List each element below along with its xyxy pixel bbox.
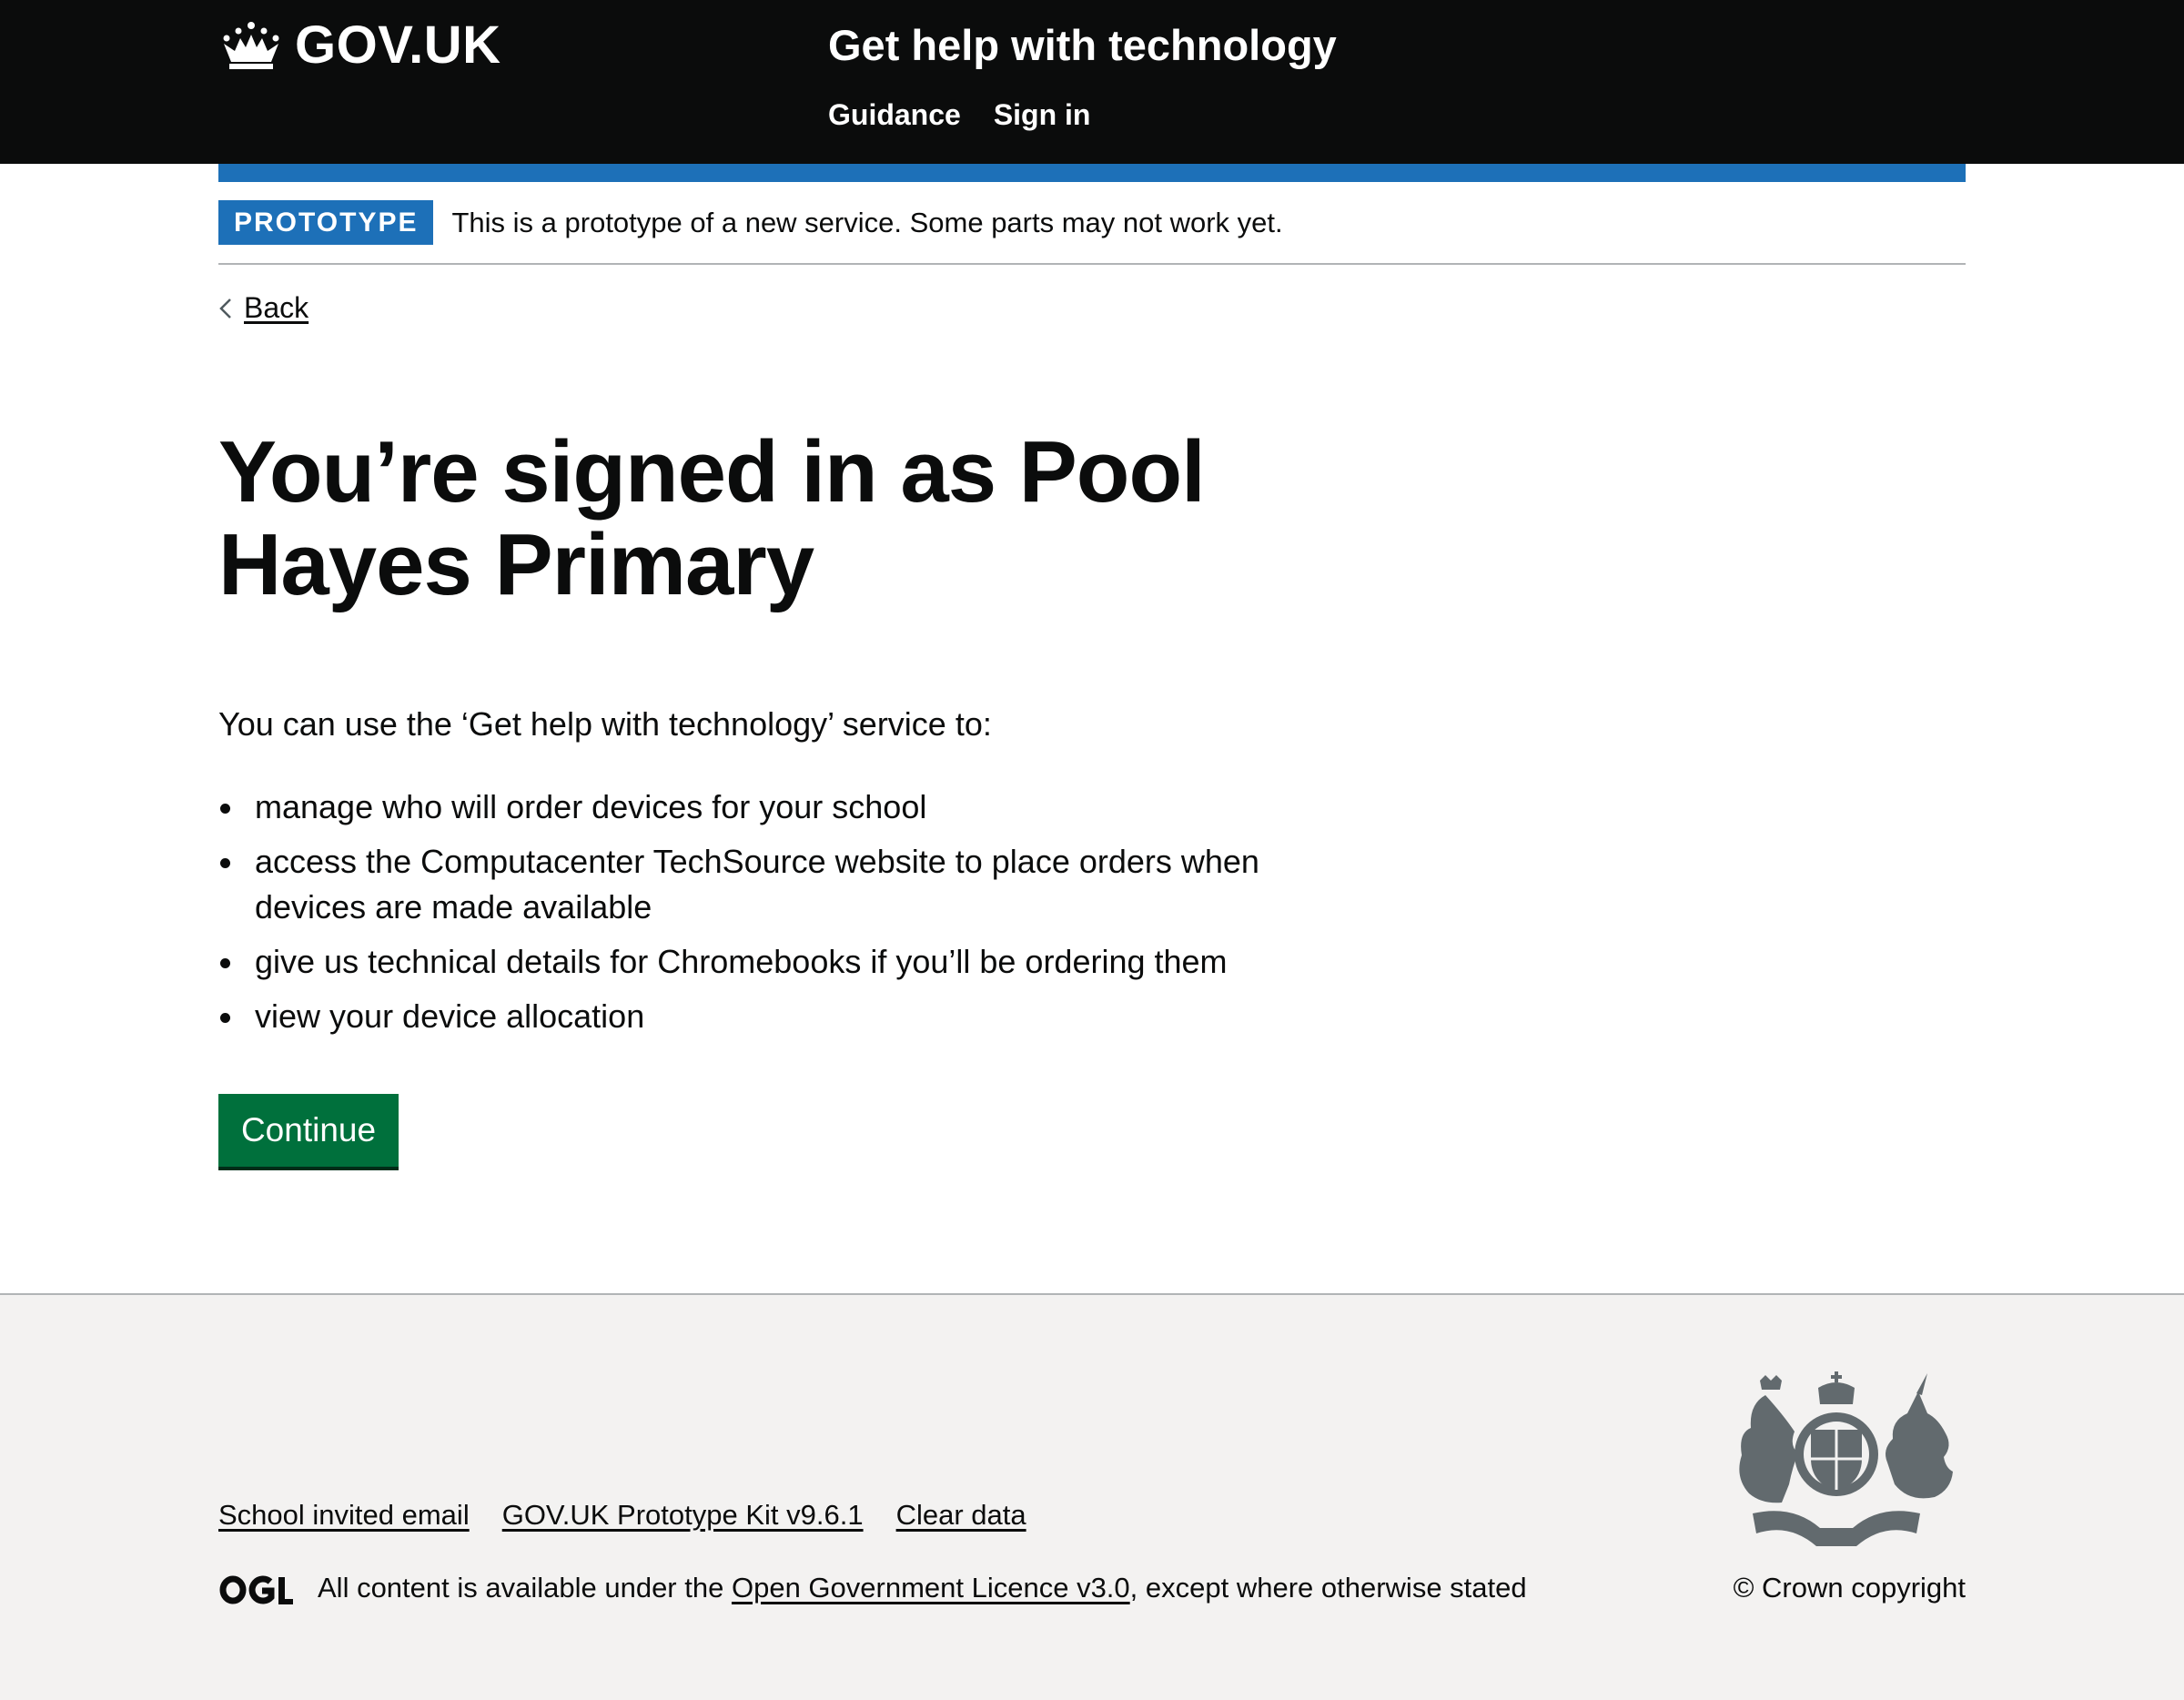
govuk-logo-link[interactable]: GOV.UK [218, 15, 500, 76]
continue-button[interactable]: Continue [218, 1094, 399, 1167]
nav-guidance-link[interactable]: Guidance [828, 98, 961, 132]
nav-sign-in-link[interactable]: Sign in [994, 98, 1091, 132]
site-header: GOV.UK Get help with technology Guidance… [0, 0, 2184, 164]
list-item: view your device allocation [218, 994, 1365, 1039]
list-item: manage who will order devices for your s… [218, 784, 1365, 830]
licence-text-before: All content is available under the [318, 1572, 724, 1604]
crown-copyright-link[interactable]: © Crown copyright [1734, 1572, 1966, 1604]
site-footer: School invited email GOV.UK Prototype Ki… [0, 1293, 2184, 1700]
chevron-left-icon [219, 298, 231, 319]
phase-banner: PROTOTYPE This is a prototype of a new s… [218, 200, 1966, 265]
footer-link-prototype-kit[interactable]: GOV.UK Prototype Kit v9.6.1 [502, 1499, 864, 1532]
service-name-link[interactable]: Get help with technology [828, 20, 1337, 70]
govuk-logo-text: GOV.UK [295, 15, 501, 75]
header-nav: Guidance Sign in [828, 98, 1090, 132]
footer-link-school-invited-email[interactable]: School invited email [218, 1499, 470, 1532]
page-title: You’re signed in as Pool Hayes Primary [218, 423, 1206, 613]
licence-text: All content is available under the Open … [318, 1572, 1527, 1604]
service-capabilities-list: manage who will order devices for your s… [218, 784, 1365, 1048]
footer-links: School invited email GOV.UK Prototype Ki… [218, 1499, 1026, 1532]
intro-text: You can use the ‘Get help with technolog… [218, 705, 992, 743]
open-government-licence-link[interactable]: Open Government Licence v3.0 [732, 1572, 1130, 1604]
back-link-wrapper: Back [218, 291, 308, 325]
list-item: access the Computacenter TechSource webs… [218, 839, 1365, 930]
licence-text-after: , except where otherwise stated [1129, 1572, 1527, 1604]
phase-banner-text: This is a prototype of a new service. So… [451, 207, 1283, 238]
list-item: give us technical details for Chromebook… [218, 939, 1365, 985]
footer-link-clear-data[interactable]: Clear data [896, 1499, 1026, 1532]
royal-crest-icon [1739, 1371, 1953, 1546]
header-blue-bar [218, 164, 1966, 182]
crown-icon [223, 21, 279, 69]
back-link[interactable]: Back [244, 291, 308, 325]
phase-tag: PROTOTYPE [218, 200, 434, 245]
ogl-logo-icon [219, 1575, 293, 1604]
